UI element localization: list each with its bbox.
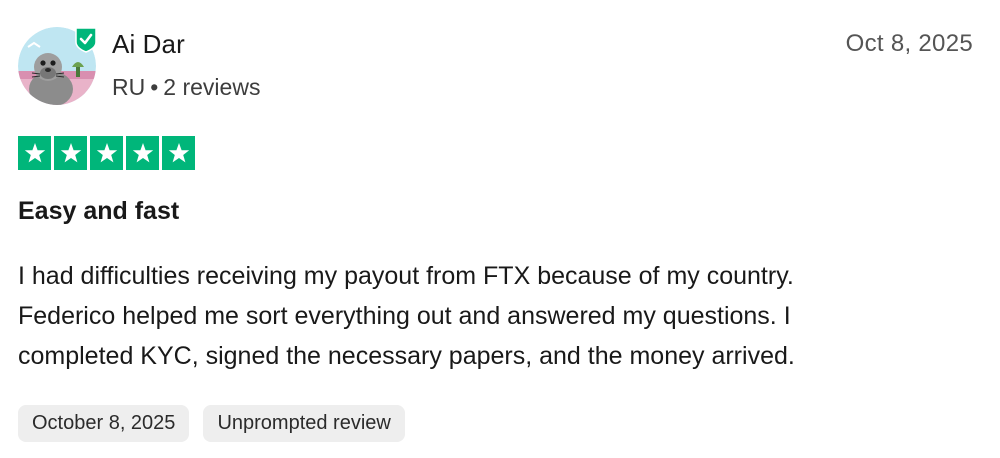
- meta-separator: •: [150, 74, 159, 100]
- review-body-line: completed KYC, signed the necessary pape…: [18, 342, 795, 370]
- reviewer-name[interactable]: Ai Dar: [112, 28, 185, 60]
- review-body-line: I had difficulties receiving my payout f…: [18, 262, 794, 290]
- star-icon: [90, 136, 123, 170]
- review-body: I had difficulties receiving my payout f…: [18, 256, 978, 376]
- reviewer-country: RU: [112, 74, 146, 100]
- verified-shield-icon: [75, 27, 97, 53]
- date-of-experience-tag[interactable]: October 8, 2025: [18, 405, 190, 442]
- avatar[interactable]: [18, 27, 97, 105]
- reviewer-review-count[interactable]: 2 reviews: [163, 74, 260, 100]
- review-date: Oct 8, 2025: [845, 30, 973, 57]
- review-tags: October 8, 2025 Unprompted review: [18, 405, 405, 442]
- star-icon: [54, 136, 87, 170]
- star-icon: [126, 136, 159, 170]
- review-type-tag[interactable]: Unprompted review: [203, 405, 405, 442]
- reviewer-meta: RU • 2 reviews: [112, 72, 260, 102]
- review-body-line: Federico helped me sort everything out a…: [18, 302, 791, 330]
- review-card: Ai Dar RU • 2 reviews Oct 8, 2025 Easy and…: [0, 0, 1000, 458]
- review-title[interactable]: Easy and fast: [18, 194, 179, 228]
- star-rating: [18, 136, 195, 170]
- star-icon: [18, 136, 51, 170]
- star-icon: [162, 136, 195, 170]
